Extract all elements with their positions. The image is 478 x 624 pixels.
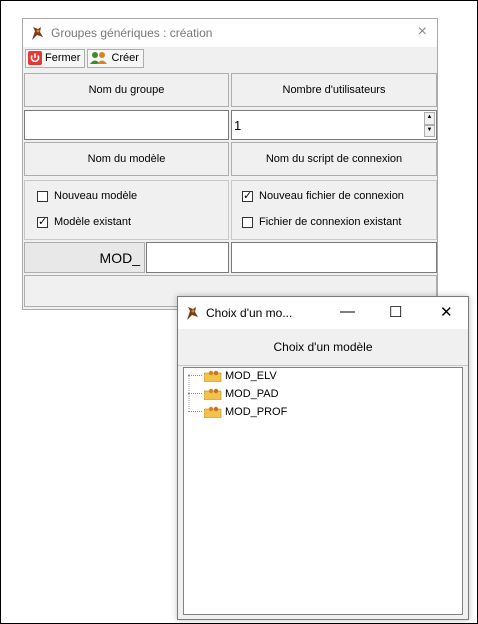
script-options-panel: ✓ Nouveau fichier de connexion Fichier d… [231, 180, 437, 240]
user-count-header[interactable]: Nombre d'utilisateurs [231, 73, 437, 107]
new-model-checkbox[interactable]: Nouveau modèle [37, 190, 137, 202]
users-folder-icon [203, 406, 222, 419]
generic-groups-window: Groupes génériques : création × Fermer C… [22, 18, 438, 310]
tree-item-mod-pad[interactable]: MOD_PAD [188, 388, 279, 401]
close-button[interactable]: Fermer [25, 48, 86, 68]
main-toolbar: Fermer Créer [23, 47, 437, 69]
close-icon[interactable]: × [418, 23, 427, 41]
app-icon [184, 305, 200, 321]
user-count-spin: ▲ ▼ [424, 112, 435, 137]
users-folder-icon [203, 388, 222, 401]
users-icon [90, 52, 108, 64]
user-count-stepper[interactable]: 1 ▲ ▼ [231, 110, 437, 140]
existing-model-box: ✓ [37, 215, 48, 228]
tree-item-mod-elv[interactable]: MOD_ELV [188, 370, 277, 383]
chooser-titlebar[interactable]: Choix d'un mo... — ☐ ✕ [178, 297, 468, 329]
script-name-input[interactable] [231, 242, 437, 273]
chooser-window-title: Choix d'un mo... [206, 306, 293, 320]
model-name-header[interactable]: Nom du modèle [24, 142, 229, 176]
new-script-box: ✓ [242, 189, 253, 202]
create-button[interactable]: Créer [87, 48, 144, 68]
chooser-header[interactable]: Choix d'un modèle [178, 329, 468, 366]
model-prefix-label: MOD_ [24, 242, 145, 273]
app-icon [29, 25, 45, 41]
power-icon [28, 51, 42, 65]
create-button-label: Créer [111, 52, 139, 64]
model-chooser-window: Choix d'un mo... — ☐ ✕ Choix d'un modèle… [177, 296, 469, 620]
minimize-icon[interactable]: — [340, 303, 355, 320]
user-count-value: 1 [234, 117, 242, 133]
script-name-header[interactable]: Nom du script de connexion [231, 142, 437, 176]
maximize-icon[interactable]: ☐ [389, 303, 402, 321]
tree-item-mod-prof[interactable]: MOD_PROF [188, 406, 287, 419]
new-script-checkbox[interactable]: ✓ Nouveau fichier de connexion [242, 190, 404, 202]
existing-model-checkbox[interactable]: ✓ Modèle existant [37, 216, 131, 228]
main-window-title: Groupes génériques : création [51, 26, 213, 40]
spin-down-button[interactable]: ▼ [424, 124, 435, 137]
users-folder-icon [203, 370, 222, 383]
main-titlebar[interactable]: Groupes génériques : création × [23, 19, 437, 47]
spin-up-button[interactable]: ▲ [424, 112, 435, 125]
existing-script-box [242, 216, 253, 228]
close-button-label: Fermer [45, 52, 81, 64]
close-icon[interactable]: ✕ [440, 303, 453, 321]
group-name-header[interactable]: Nom du groupe [24, 73, 229, 107]
model-tree[interactable]: MOD_ELV MOD_PAD MOD_PROF [183, 367, 463, 615]
new-model-box [37, 190, 48, 202]
group-name-input[interactable] [24, 110, 229, 140]
model-options-panel: Nouveau modèle ✓ Modèle existant [24, 180, 229, 240]
existing-script-checkbox[interactable]: Fichier de connexion existant [242, 216, 401, 228]
model-suffix-input[interactable] [146, 242, 229, 273]
